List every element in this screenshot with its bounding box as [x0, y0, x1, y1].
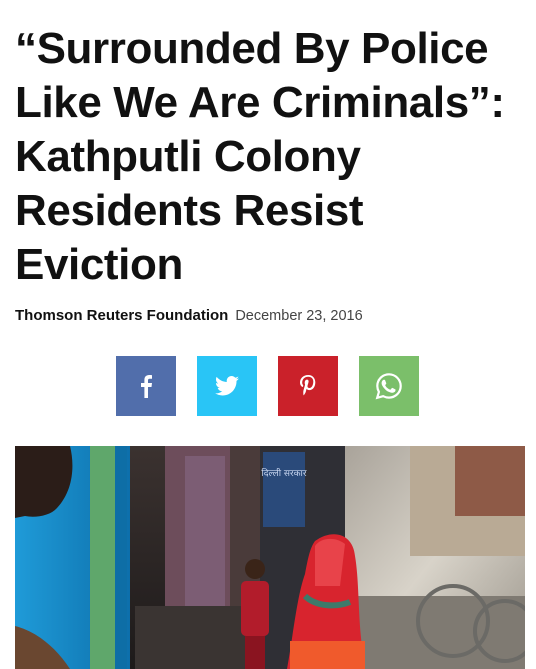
twitter-share-button[interactable]	[197, 356, 257, 416]
article-author[interactable]: Thomson Reuters Foundation	[15, 307, 228, 324]
wall-sign-text: दिल्ली सरकार	[261, 467, 306, 479]
article-meta: Thomson Reuters Foundation December 23, …	[15, 307, 363, 324]
share-buttons	[116, 356, 419, 416]
whatsapp-icon	[375, 373, 402, 400]
whatsapp-share-button[interactable]	[359, 356, 419, 416]
facebook-share-button[interactable]	[116, 356, 176, 416]
pinterest-icon	[300, 375, 316, 396]
article-photo[interactable]: दिल्ली सरकार	[15, 446, 525, 669]
pinterest-share-button[interactable]	[278, 356, 338, 416]
article-date: December 23, 2016	[235, 308, 363, 324]
twitter-icon	[215, 376, 239, 396]
facebook-icon	[141, 375, 152, 398]
street-scene-image: दिल्ली सरकार	[15, 446, 525, 669]
article-headline: “Surrounded By Police Like We Are Crimin…	[15, 24, 505, 289]
article: “Surrounded By Police Like We Are Crimin…	[0, 0, 536, 669]
